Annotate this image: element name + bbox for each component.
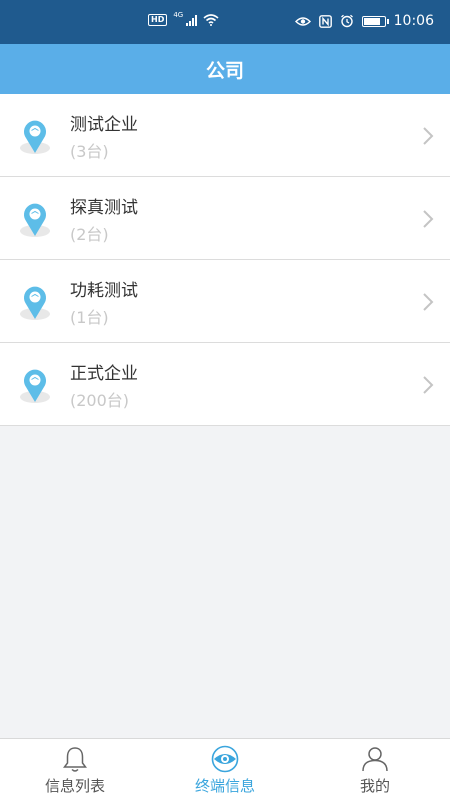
chevron-right-icon [423,210,434,228]
company-list: 测试企业 (3台) 探真测试 (2台) 功耗测试 (1台) 正式企业 (200台… [0,94,450,426]
company-name: 功耗测试 [70,281,138,301]
location-pin-icon [20,286,50,320]
list-item[interactable]: 功耗测试 (1台) [0,260,450,343]
chevron-right-icon [423,376,434,394]
tab-label: 信息列表 [44,777,105,795]
device-count: (200台) [70,391,130,410]
company-name: 探真测试 [70,198,138,218]
device-count: (1台) [70,308,109,327]
list-item[interactable]: 正式企业 (200台) [0,343,450,426]
location-pin-icon [20,369,50,403]
list-item[interactable]: 测试企业 (3台) [0,94,450,177]
bottom-tab-bar: 信息列表 终端信息 我的 [0,738,450,800]
tab-label: 我的 [359,777,390,795]
status-bar: HD 4G 10:06 [0,0,450,44]
tab-label: 终端信息 [194,777,255,795]
alarm-icon [340,14,353,28]
signal-icon [186,14,198,26]
hd-badge: HD [148,14,168,26]
terminal-eye-icon [211,745,239,773]
battery-icon [361,15,389,27]
user-icon [362,747,388,772]
chevron-right-icon [423,293,434,311]
status-left-group: HD 4G [148,11,219,26]
nfc-icon [318,14,332,28]
network-type: 4G [173,11,184,19]
bell-icon [63,747,87,772]
status-right-group: 10:06 [294,13,434,29]
location-pin-icon [20,120,50,154]
location-pin-icon [20,203,50,237]
status-time: 10:06 [393,13,434,29]
app-header: 公司 [0,44,450,94]
wifi-icon [203,14,219,26]
device-count: (2台) [70,225,109,244]
company-name: 测试企业 [70,115,138,135]
chevron-right-icon [423,127,434,145]
tab-mine[interactable]: 我的 [300,739,450,800]
eye-icon [294,16,311,26]
device-count: (3台) [70,142,109,161]
tab-terminal-info[interactable]: 终端信息 [150,739,300,800]
page-title: 公司 [205,59,244,82]
tab-info-list[interactable]: 信息列表 [0,739,150,800]
list-item[interactable]: 探真测试 (2台) [0,177,450,260]
company-name: 正式企业 [70,364,138,384]
